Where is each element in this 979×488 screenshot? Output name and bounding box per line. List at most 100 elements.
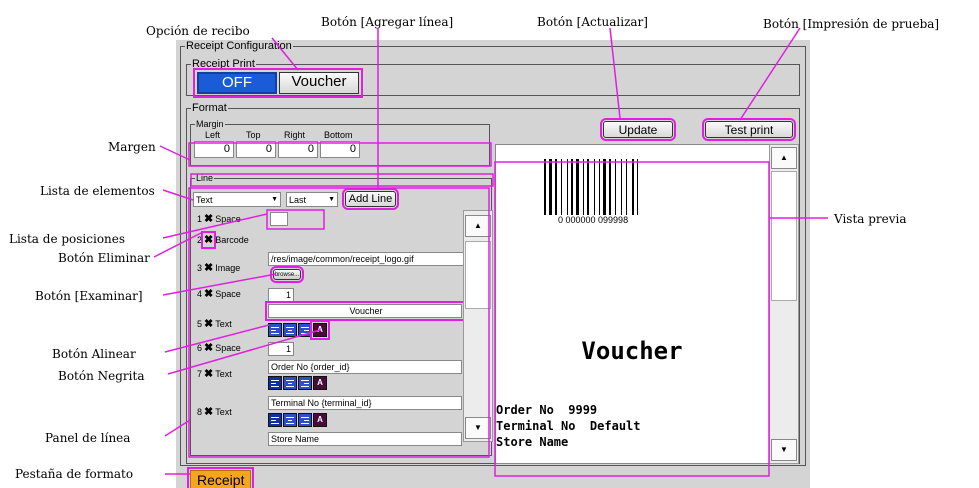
align-center-button[interactable] [283, 323, 297, 337]
margin-bottom-input[interactable]: 0 [320, 141, 360, 158]
delete-icon[interactable]: ✖ [204, 406, 213, 418]
line-panel-scrollbar[interactable]: ▲ ▼ [463, 210, 493, 442]
delete-icon[interactable]: ✖ [204, 342, 213, 354]
margin-title: Margin [195, 118, 225, 130]
row-6-value-input[interactable]: 1 [268, 342, 294, 356]
format-title: Format [191, 102, 228, 114]
row-number: 5 [197, 319, 203, 329]
test-print-button[interactable]: Test print [702, 118, 796, 141]
scroll-down-arrow[interactable]: ▼ [771, 439, 797, 461]
bold-button[interactable]: A [313, 413, 327, 427]
row-type: Space [215, 289, 241, 299]
barcode-image [544, 159, 638, 215]
delete-icon[interactable]: ✖ [204, 262, 213, 274]
delete-icon[interactable]: ✖ [204, 318, 213, 330]
margin-bottom-label: Bottom [324, 130, 353, 140]
row-5-align-group: A [268, 320, 330, 340]
delete-icon[interactable]: ✖ [204, 213, 213, 225]
scroll-up-arrow[interactable]: ▲ [465, 215, 491, 237]
align-center-button[interactable] [283, 376, 297, 390]
align-left-button[interactable] [268, 413, 282, 427]
image-path-input[interactable]: /res/image/common/receipt_logo.gif [268, 252, 464, 266]
annotation-add-line-button: Botón [Agregar línea] [321, 15, 454, 29]
tab-receipt[interactable]: Receipt [186, 467, 255, 488]
annotation-margin: Margen [108, 140, 156, 154]
align-right-button[interactable] [298, 376, 312, 390]
receipt-off-option[interactable]: OFF [197, 72, 277, 94]
preview-line-3: Store Name [496, 435, 569, 449]
scroll-up-arrow[interactable]: ▲ [771, 147, 797, 169]
align-center-button[interactable] [283, 413, 297, 427]
receipt-preview: 0 000000 099998 Voucher Order No 9999 Te… [495, 144, 787, 464]
annotation-delete-button: Botón Eliminar [58, 251, 150, 265]
row-1-value-input[interactable] [270, 212, 288, 226]
align-right-button[interactable] [298, 413, 312, 427]
line-row-6: 6 ✖ Space [197, 343, 241, 354]
receipt-option-toggle: OFF Voucher [193, 68, 363, 98]
delete-icon[interactable]: ✖ [204, 368, 213, 380]
preview-title: Voucher [581, 337, 683, 365]
margin-right-label: Right [284, 130, 306, 140]
row-5-text-input[interactable]: Voucher [265, 301, 465, 321]
receipt-voucher-option[interactable]: Voucher [279, 72, 359, 94]
position-select[interactable]: Last ▼ [286, 192, 338, 207]
row-type: Text [215, 369, 232, 379]
annotation-position-list: Lista de posiciones [9, 232, 126, 246]
align-right-button[interactable] [298, 323, 312, 337]
scroll-thumb[interactable] [465, 241, 491, 309]
receipt-configuration-title: Receipt Configuration [185, 40, 293, 52]
margin-top-label: Top [246, 130, 261, 140]
row-type: Space [215, 343, 241, 353]
scroll-down-arrow[interactable]: ▼ [465, 417, 491, 439]
align-left-button[interactable] [268, 323, 282, 337]
annotation-format-tab: Pestaña de formato [15, 467, 134, 481]
position-select-value: Last [289, 195, 307, 205]
annotation-preview: Vista previa [834, 212, 907, 226]
annotation-test-print-button: Botón [Impresión de prueba] [763, 17, 940, 31]
preview-scrollbar[interactable]: ▲ ▼ [769, 144, 799, 464]
element-select[interactable]: Text ▼ [193, 192, 281, 207]
row-9-text-input[interactable]: Store Name [268, 432, 462, 446]
row-8-align-group: A [268, 413, 328, 427]
row-type: Barcode [215, 235, 249, 245]
annotation-update-button: Botón [Actualizar] [537, 15, 648, 29]
bold-button[interactable]: A [310, 320, 330, 340]
line-row-3: 3 ✖ Image [197, 263, 240, 274]
row-number: 2 [197, 235, 203, 245]
receipt-configuration-window: Receipt Configuration Receipt Print OFF … [176, 40, 810, 488]
annotation-line-panel: Panel de línea [45, 431, 131, 445]
preview-line-2: Terminal No Default [496, 419, 641, 433]
line-row-1: 1 ✖ Space [197, 214, 241, 225]
row-number: 1 [197, 214, 203, 224]
delete-icon[interactable]: ✖ [204, 288, 213, 300]
row-7-align-group: A [268, 376, 328, 390]
bold-button[interactable]: A [313, 376, 327, 390]
align-left-button[interactable] [268, 376, 282, 390]
row-number: 8 [197, 407, 203, 417]
row-type: Text [215, 319, 232, 329]
scroll-thumb[interactable] [771, 171, 797, 301]
element-select-value: Text [196, 195, 213, 205]
browse-button[interactable]: browse... [270, 266, 304, 283]
row-4-value-input[interactable]: 1 [268, 288, 294, 302]
annotation-element-list: Lista de elementos [40, 184, 155, 198]
row-number: 6 [197, 343, 203, 353]
barcode-number: 0 000000 099998 [556, 215, 631, 225]
line-row-5: 5 ✖ Text [197, 319, 232, 330]
margin-top-input[interactable]: 0 [236, 141, 276, 158]
margin-left-input[interactable]: 0 [194, 141, 234, 158]
line-row-7: 7 ✖ Text [197, 369, 232, 380]
receipt-print-title: Receipt Print [191, 58, 256, 70]
delete-icon[interactable]: ✖ [200, 231, 217, 249]
row-7-text-input[interactable]: Order No {order_id} [268, 360, 462, 374]
line-row-2: 2 ✖ Barcode [197, 231, 249, 249]
add-line-button[interactable]: Add Line [342, 188, 399, 210]
update-button[interactable]: Update [600, 118, 676, 141]
row-8-text-input[interactable]: Terminal No {terminal_id} [268, 396, 462, 410]
margin-right-input[interactable]: 0 [278, 141, 318, 158]
annotation-receipt-option: Opción de recibo [146, 24, 250, 38]
row-type: Image [215, 263, 241, 273]
margin-left-label: Left [205, 130, 221, 140]
line-title: Line [195, 172, 215, 184]
row-number: 3 [197, 263, 203, 273]
